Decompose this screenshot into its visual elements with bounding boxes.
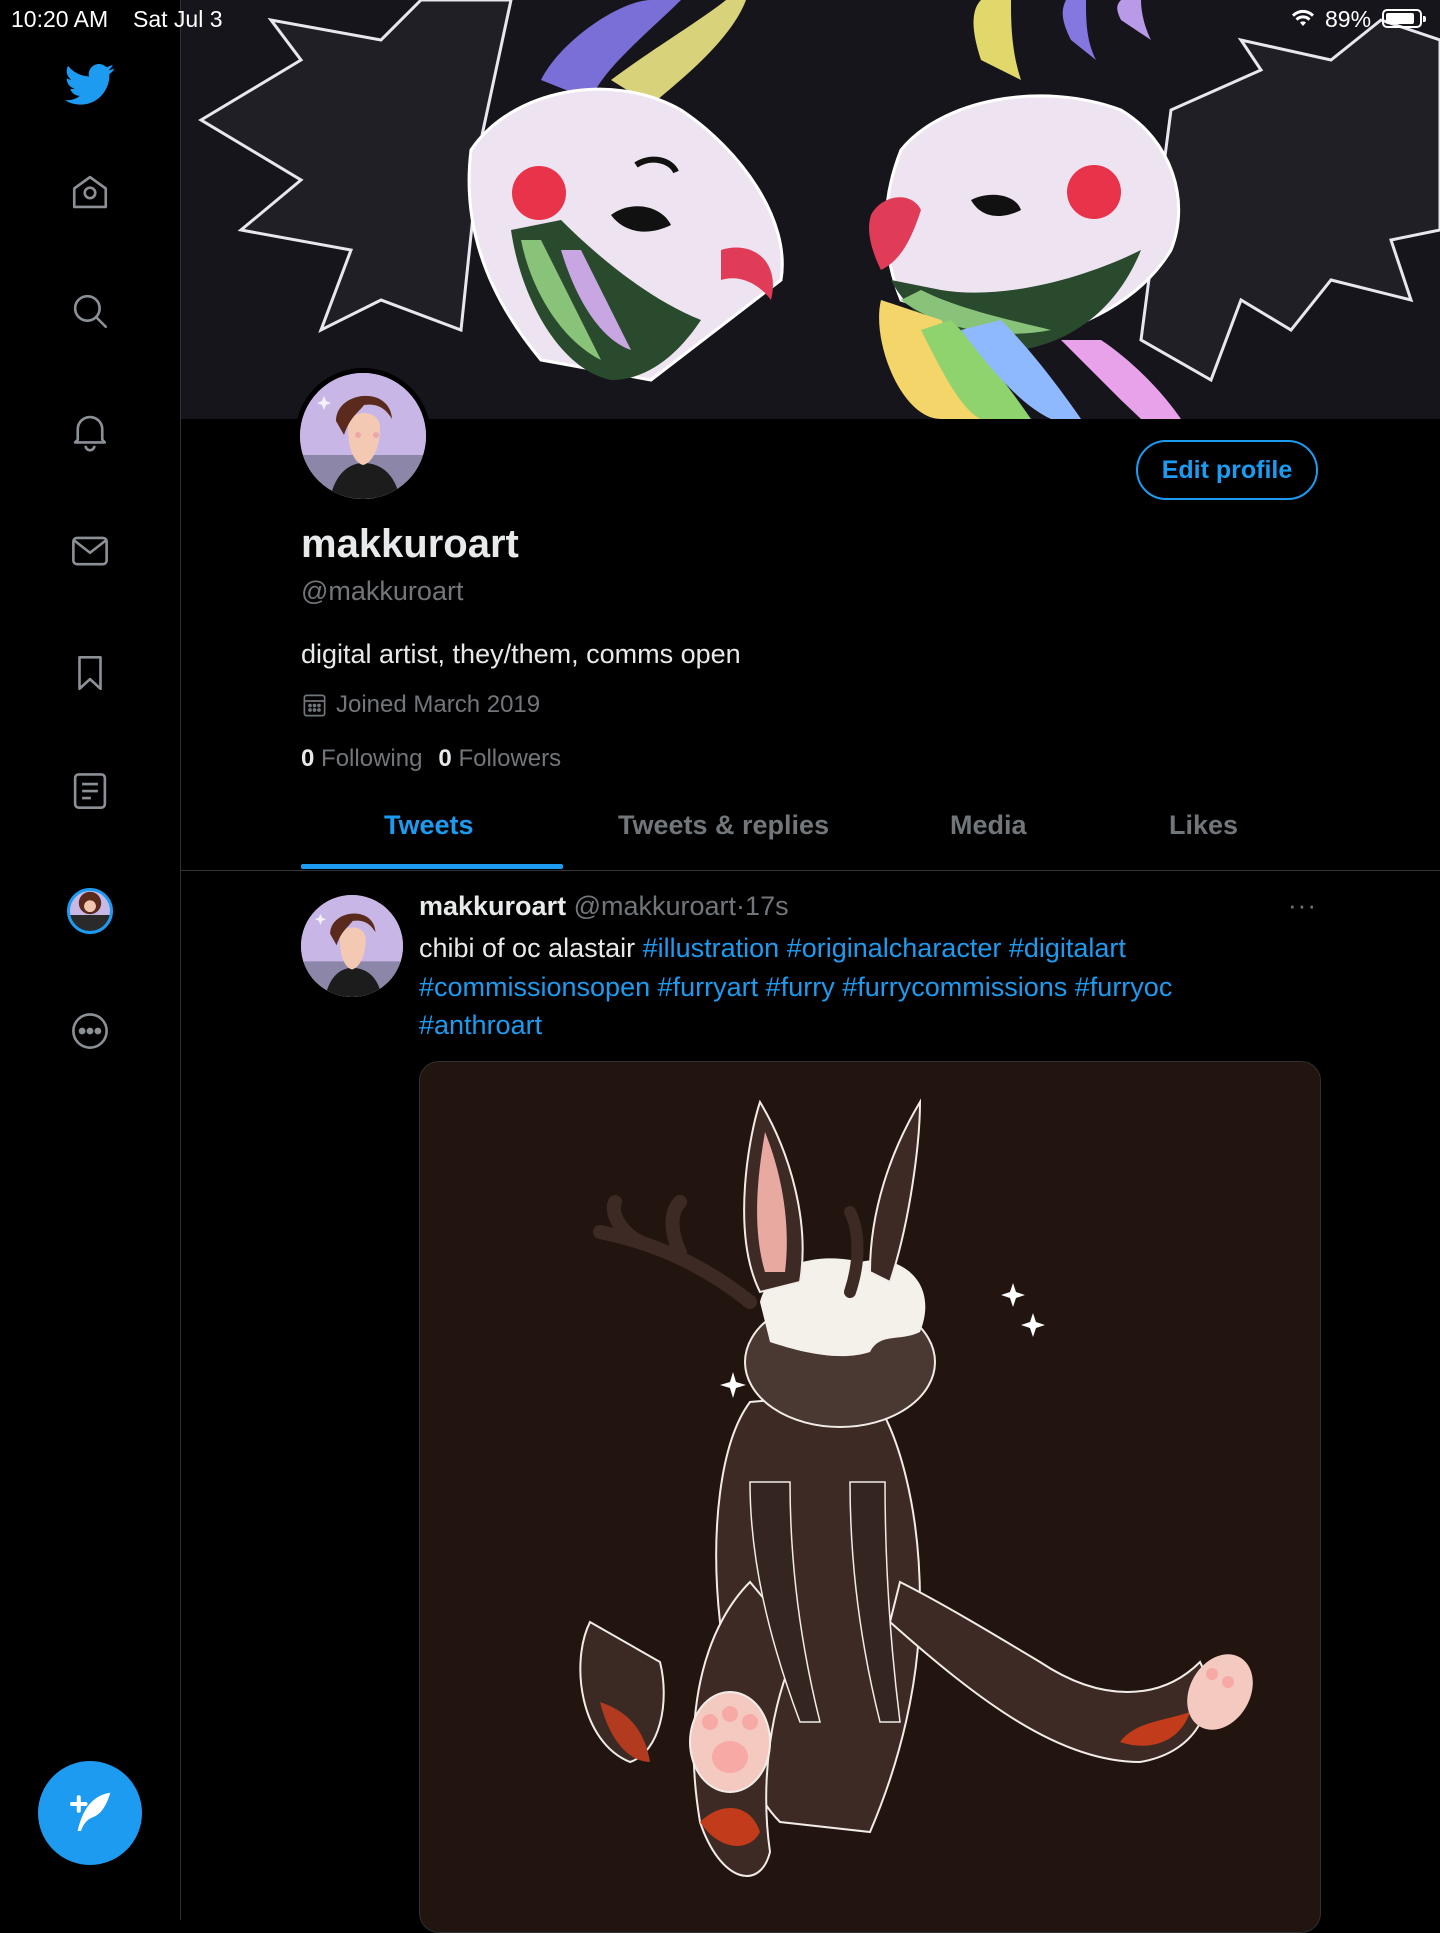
tweet-author-handle[interactable]: @makkuroart [574, 891, 736, 921]
followers-count: 0 [438, 745, 452, 772]
bookmark-icon[interactable] [64, 647, 116, 699]
edit-profile-button[interactable]: Edit profile [1136, 440, 1318, 500]
tab-media[interactable]: Media [950, 810, 1027, 841]
hashtag[interactable]: #commissionsopen [419, 972, 650, 1002]
hashtag[interactable]: #furryoc [1075, 972, 1173, 1002]
active-tab-indicator [301, 864, 563, 869]
hashtag[interactable]: #originalcharacter [787, 933, 1002, 963]
profile-tabs: Tweets Tweets & replies Media Likes [181, 790, 1440, 871]
tab-likes[interactable]: Likes [1169, 810, 1238, 841]
followers-label: Followers [458, 745, 562, 772]
battery-icon [1382, 9, 1426, 28]
profile-avatar-icon[interactable] [67, 888, 113, 934]
status-bar: 10:20 AM Sat Jul 3 89% [0, 0, 1440, 36]
home-icon[interactable] [64, 166, 116, 218]
compose-tweet-icon [69, 1792, 111, 1831]
tweet-text: chibi of oc alastair #illustration #orig… [419, 929, 1299, 1045]
wifi-icon [1292, 9, 1314, 26]
followers-link[interactable]: 0 Followers [438, 745, 561, 772]
tweet-media-image[interactable] [419, 1061, 1321, 1933]
tweet-author-name[interactable]: makkuroart [419, 891, 566, 921]
follow-stats: 0 Following 0 Followers [301, 745, 561, 773]
hashtag[interactable]: #furryart [658, 972, 759, 1002]
profile-avatar[interactable] [295, 368, 431, 504]
profile-name: makkuroart [301, 522, 519, 566]
hashtag[interactable]: #furry [766, 972, 835, 1002]
sidebar [0, 0, 181, 1920]
calendar-icon [303, 694, 326, 716]
status-time: 10:20 AM [11, 6, 109, 32]
hashtag[interactable]: #digitalart [1009, 933, 1126, 963]
hashtag[interactable]: #anthroart [419, 1010, 542, 1040]
search-icon[interactable] [64, 285, 116, 337]
tweet-more-icon[interactable]: ··· [1288, 890, 1317, 921]
tweet-dot: · [736, 891, 746, 921]
tweet-body: chibi of oc alastair [419, 933, 636, 963]
profile-bio: digital artist, they/them, comms open [301, 639, 741, 669]
tab-tweets-replies[interactable]: Tweets & replies [618, 810, 829, 841]
tweet-avatar[interactable] [301, 895, 403, 997]
joined-date: Joined March 2019 [301, 691, 540, 719]
tweet-header: makkuroart @makkuroart·17s [419, 891, 789, 922]
status-date: Sat Jul 3 [133, 6, 223, 32]
following-count: 0 [301, 745, 315, 772]
lists-icon[interactable] [64, 765, 116, 817]
twitter-logo-icon[interactable] [64, 58, 116, 110]
notifications-bell-icon[interactable] [64, 405, 116, 457]
tweet-time[interactable]: 17s [745, 891, 789, 921]
profile-banner-image[interactable] [181, 0, 1440, 419]
hashtag[interactable]: #furrycommissions [842, 972, 1067, 1002]
joined-text: Joined March 2019 [336, 691, 541, 718]
compose-tweet-button[interactable] [38, 1761, 142, 1865]
following-label: Following [321, 745, 423, 772]
tab-tweets[interactable]: Tweets [384, 810, 474, 841]
more-icon[interactable] [64, 1005, 116, 1057]
battery-percentage: 89% [1325, 6, 1372, 32]
hashtag[interactable]: #illustration [643, 933, 780, 963]
profile-handle: @makkuroart [301, 576, 464, 606]
messages-envelope-icon[interactable] [64, 525, 116, 577]
following-link[interactable]: 0 Following [301, 745, 422, 772]
